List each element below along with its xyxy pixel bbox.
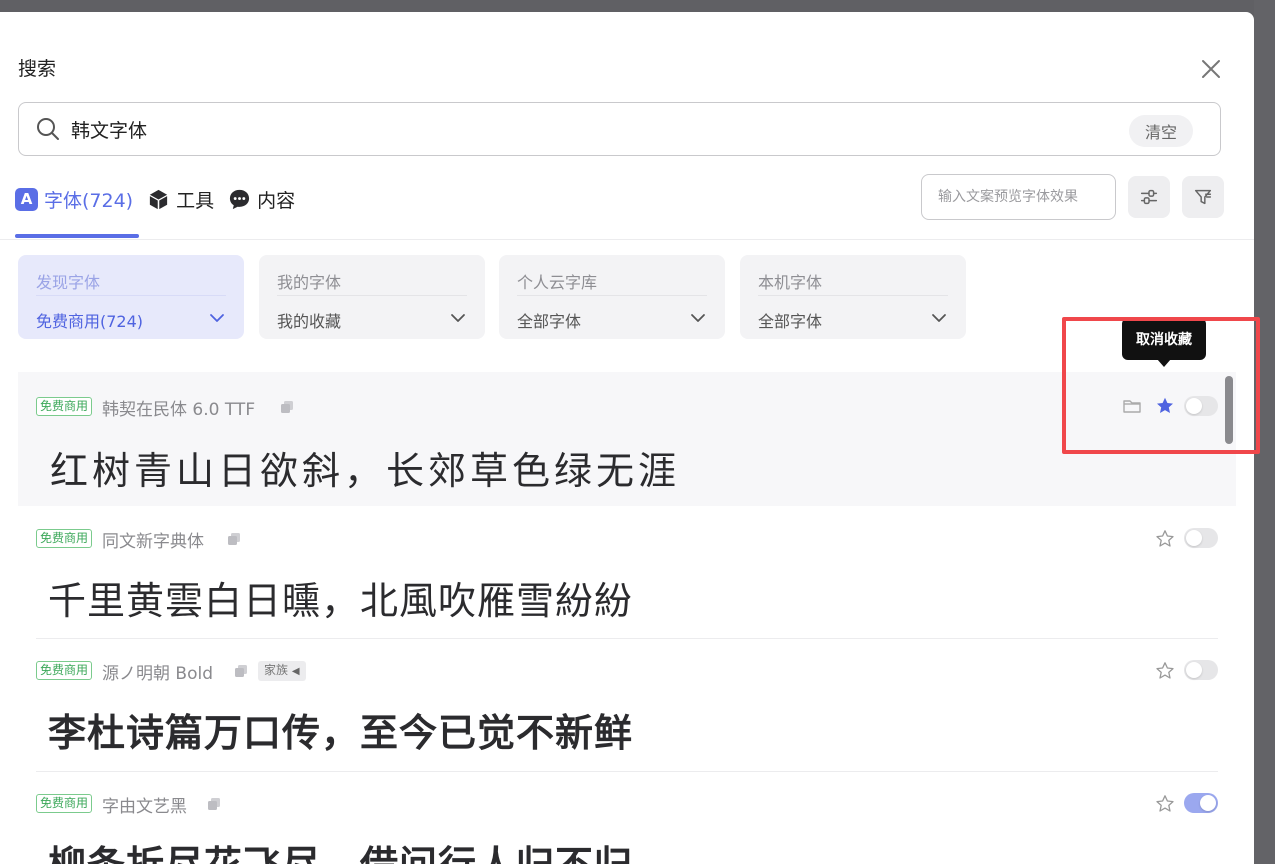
copy-icon[interactable] <box>233 663 249 679</box>
tab-content[interactable]: 内容 <box>228 186 295 213</box>
filter-button[interactable] <box>1182 176 1224 218</box>
font-preview-text: 红树青山日欲斜，长郊草色绿无涯 <box>50 449 681 493</box>
filter-discover-fonts[interactable]: 发现字体 免费商用(724) <box>18 255 244 339</box>
filter-value: 全部字体 <box>758 312 823 331</box>
filter-value: 我的收藏 <box>277 312 342 331</box>
search-box: 清空 <box>18 102 1221 156</box>
font-list-item[interactable]: 免费商用 字由文艺黑 柳条折尽花飞尽，借问行人归不归 <box>18 772 1236 864</box>
modal-title: 搜索 <box>18 58 57 80</box>
filter-title: 我的字体 <box>277 273 342 292</box>
search-icon <box>37 118 59 140</box>
free-commercial-badge: 免费商用 <box>36 397 93 416</box>
filter-divider <box>277 295 467 296</box>
tab-tools[interactable]: 工具 <box>147 186 214 213</box>
font-enable-toggle[interactable] <box>1184 793 1218 813</box>
chevron-down-icon <box>210 314 224 322</box>
chevron-down-icon <box>932 314 946 322</box>
category-tabs: A 字体(724) 工具 内容 <box>15 184 309 214</box>
close-button[interactable] <box>1196 54 1226 84</box>
filter-value: 全部字体 <box>517 312 582 331</box>
caret-left-icon: ◀ <box>291 666 300 677</box>
filter-divider <box>517 295 707 296</box>
filter-cloud-library[interactable]: 个人云字库 全部字体 <box>499 255 725 339</box>
font-name: 字由文艺黑 <box>102 797 187 817</box>
free-commercial-badge: 免费商用 <box>36 529 93 548</box>
font-list-item[interactable]: 免费商用 源ノ明朝 Bold 家族 ◀ 李杜诗篇万口传，至今已觉不新鲜 <box>18 639 1236 771</box>
copy-icon[interactable] <box>226 531 242 547</box>
font-preview-text: 柳条折尽花飞尽，借问行人归不归 <box>48 834 633 864</box>
tab-divider <box>0 239 1254 240</box>
filter-my-fonts[interactable]: 我的字体 我的收藏 <box>259 255 485 339</box>
preview-text-input[interactable] <box>921 174 1116 220</box>
font-family-tag[interactable]: 家族 ◀ <box>258 661 306 681</box>
tab-fonts-label: 字体(724) <box>44 189 134 212</box>
toggle-knob <box>1186 662 1202 678</box>
tab-fonts[interactable]: A 字体(724) <box>15 186 133 213</box>
chat-bubble-icon <box>230 189 250 209</box>
font-preview-text: 千里黄雲白日曛，北風吹雁雪紛紛 <box>48 579 634 623</box>
filter-title: 本机字体 <box>758 273 823 292</box>
tab-content-label: 内容 <box>257 189 296 212</box>
font-list-item[interactable]: 免费商用 同文新字典体 千里黄雲白日曛，北風吹雁雪紛紛 <box>18 506 1236 638</box>
filter-title: 个人云字库 <box>517 273 598 292</box>
copy-icon[interactable] <box>206 796 222 812</box>
chevron-down-icon <box>691 314 705 322</box>
free-commercial-badge: 免费商用 <box>36 794 93 813</box>
tab-tools-label: 工具 <box>176 189 215 212</box>
font-a-icon: A <box>15 187 38 211</box>
sliders-icon <box>1140 189 1158 205</box>
filter-local-fonts[interactable]: 本机字体 全部字体 <box>740 255 966 339</box>
chevron-down-icon <box>451 314 465 322</box>
adjust-settings-button[interactable] <box>1128 176 1170 218</box>
filter-divider <box>758 295 948 296</box>
font-enable-toggle[interactable] <box>1184 528 1218 548</box>
clear-button[interactable]: 清空 <box>1129 115 1193 147</box>
star-outline-icon[interactable] <box>1155 661 1175 681</box>
filter-value: 免费商用(724) <box>36 312 144 331</box>
family-tag-label: 家族 <box>264 663 289 677</box>
cube-icon <box>149 189 168 209</box>
copy-icon[interactable] <box>279 399 295 415</box>
star-outline-icon[interactable] <box>1155 794 1175 814</box>
active-tab-indicator <box>15 234 139 238</box>
toggle-knob <box>1200 795 1216 811</box>
filter-divider <box>36 295 226 296</box>
font-name: 同文新字典体 <box>102 532 204 552</box>
annotation-highlight-box <box>1062 317 1260 454</box>
filter-icon <box>1194 189 1212 205</box>
toggle-knob <box>1186 530 1202 546</box>
font-preview-text: 李杜诗篇万口传，至今已觉不新鲜 <box>48 710 634 755</box>
close-icon <box>1202 60 1220 78</box>
font-name: 源ノ明朝 Bold <box>102 664 213 684</box>
filter-title: 发现字体 <box>36 273 101 292</box>
font-list-item[interactable]: 免费商用 韩契在民体 6.0 TTF 红树青山日欲斜，长郊草色绿无涯 <box>18 372 1236 506</box>
star-outline-icon[interactable] <box>1155 529 1175 549</box>
font-enable-toggle[interactable] <box>1184 660 1218 680</box>
font-name: 韩契在民体 6.0 TTF <box>102 400 256 420</box>
free-commercial-badge: 免费商用 <box>36 661 93 680</box>
search-input[interactable] <box>71 113 1071 145</box>
